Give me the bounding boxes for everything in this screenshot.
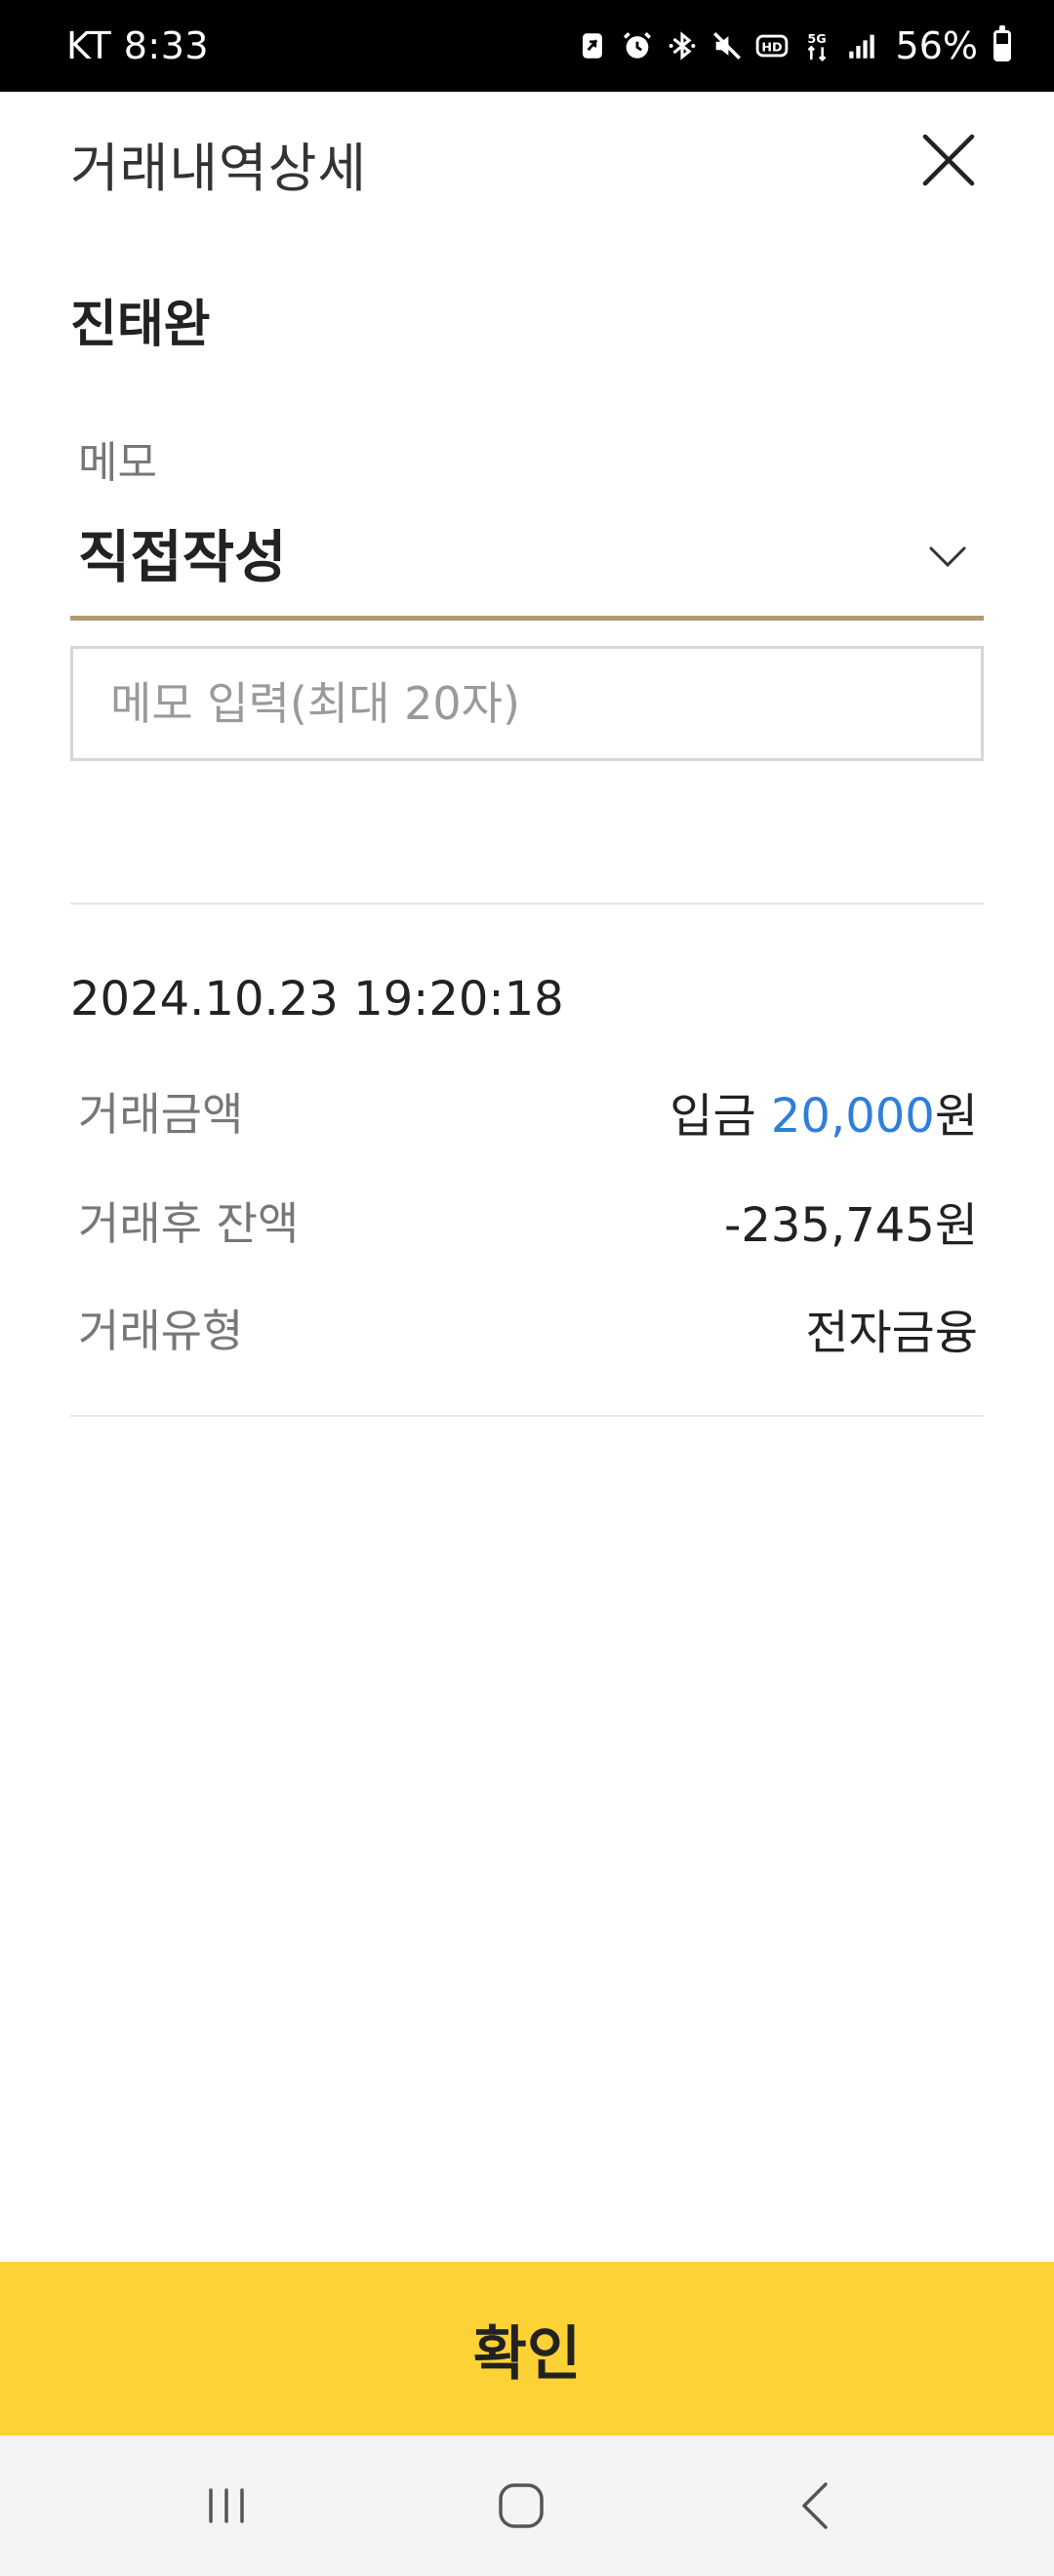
type-value: 전자금융: [805, 1306, 978, 1360]
home-icon: [499, 2483, 544, 2528]
svg-text:5G: 5G: [807, 32, 826, 47]
memo-label: 메모: [78, 438, 157, 488]
amount-row: 거래금액 입금 20,000원: [78, 1073, 978, 1144]
recents-button[interactable]: [191, 2471, 262, 2541]
balance-unit: 원: [934, 1198, 978, 1253]
close-icon: [922, 134, 975, 186]
chevron-down-icon: [925, 535, 970, 580]
notification-icon: [576, 29, 609, 62]
memo-type-dropdown[interactable]: 직접작성: [70, 498, 984, 621]
mute-icon: [710, 29, 744, 62]
type-row: 거래유형 전자금융: [78, 1290, 978, 1360]
confirm-button[interactable]: 확인: [0, 2262, 1054, 2435]
status-icons: HD 5G 56%: [576, 24, 1011, 67]
amount-value-group: 입금 20,000원: [669, 1077, 978, 1146]
amount-value: 20,000: [770, 1089, 935, 1144]
battery-icon: [993, 25, 1011, 61]
balance-value: -235,745: [724, 1198, 935, 1253]
amount-type: 입금: [669, 1089, 756, 1144]
divider: [70, 903, 984, 905]
balance-value-group: -235,745원: [724, 1187, 978, 1255]
home-button[interactable]: [486, 2471, 556, 2541]
hd-icon: HD: [755, 29, 789, 62]
back-button[interactable]: [781, 2471, 851, 2541]
recents-icon: [209, 2488, 244, 2523]
signal-icon: [845, 29, 878, 62]
alarm-icon: [621, 29, 654, 62]
memo-input[interactable]: [70, 646, 984, 761]
system-nav-bar: [0, 2435, 1054, 2576]
balance-row: 거래후 잔액 -235,745원: [78, 1183, 978, 1253]
5g-icon: 5G: [800, 29, 833, 62]
carrier-time: KT 8:33: [66, 24, 210, 67]
amount-unit: 원: [934, 1089, 978, 1144]
status-bar: KT 8:33 HD 5G 56%: [0, 0, 1054, 92]
divider: [70, 1415, 984, 1417]
amount-label: 거래금액: [78, 1088, 244, 1141]
page-title: 거래내역상세: [70, 138, 368, 199]
account-holder-name: 진태완: [70, 296, 211, 354]
back-icon: [802, 2482, 828, 2529]
memo-type-selected: 직접작성: [78, 524, 287, 590]
svg-text:HD: HD: [761, 41, 782, 56]
transaction-datetime: 2024.10.23 19:20:18: [70, 972, 564, 1026]
battery-percent: 56%: [895, 24, 978, 67]
close-button[interactable]: [917, 129, 980, 191]
type-label: 거래유형: [78, 1305, 244, 1357]
balance-label: 거래후 잔액: [78, 1197, 300, 1250]
bluetooth-icon: [666, 29, 699, 62]
